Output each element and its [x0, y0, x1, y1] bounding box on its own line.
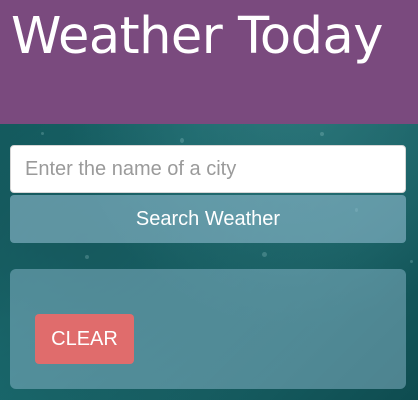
raindrop [180, 138, 184, 143]
raindrop [410, 260, 413, 263]
page-title: Weather Today [11, 7, 383, 66]
raindrop [262, 252, 267, 257]
clear-button[interactable]: CLEAR [35, 314, 134, 364]
city-search-input[interactable] [10, 145, 406, 193]
raindrop [41, 132, 44, 135]
search-weather-button[interactable]: Search Weather [10, 195, 406, 243]
results-panel: CLEAR [10, 269, 406, 389]
raindrop [320, 132, 324, 136]
header-banner: Weather Today [0, 0, 418, 124]
raindrop [85, 255, 89, 259]
